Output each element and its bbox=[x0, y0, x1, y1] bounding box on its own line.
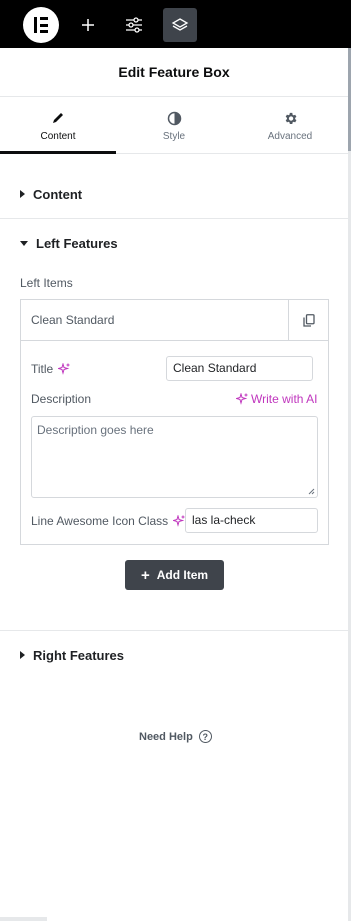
need-help-link[interactable]: Need Help ? bbox=[139, 730, 212, 743]
ai-sparkle-icon bbox=[236, 393, 248, 405]
tab-advanced-label: Advanced bbox=[267, 131, 313, 142]
description-label: Description bbox=[31, 392, 92, 406]
section-content-label: Content bbox=[33, 186, 83, 202]
repeater-item-header[interactable]: Clean Standard bbox=[21, 300, 328, 341]
icon-class-input[interactable]: las la-check bbox=[185, 508, 318, 533]
question-circle-icon: ? bbox=[198, 730, 212, 743]
description-textarea[interactable]: Description goes here bbox=[31, 416, 318, 498]
left-items-label: Left Items bbox=[20, 276, 73, 290]
section-right-features-label: Right Features bbox=[33, 647, 125, 663]
pencil-icon bbox=[51, 110, 65, 126]
section-right-features-toggle[interactable]: Right Features bbox=[0, 631, 348, 679]
half-circle-icon bbox=[167, 110, 182, 126]
ai-sparkle-icon[interactable] bbox=[173, 515, 185, 527]
repeater-item: Clean Standard Title Clean Standard Desc… bbox=[20, 299, 329, 545]
ai-sparkle-icon[interactable] bbox=[58, 363, 70, 375]
structure-button[interactable] bbox=[163, 8, 197, 42]
title-label-text: Title bbox=[31, 362, 54, 376]
description-placeholder: Description goes here bbox=[37, 423, 154, 437]
write-with-ai-button[interactable]: Write with AI bbox=[236, 392, 317, 406]
write-with-ai-label: Write with AI bbox=[251, 392, 318, 406]
need-help-label: Need Help bbox=[139, 730, 193, 743]
tab-content-label: Content bbox=[40, 131, 76, 142]
title-input[interactable]: Clean Standard bbox=[166, 356, 313, 381]
top-toolbar bbox=[0, 0, 351, 48]
tab-style[interactable]: Style bbox=[116, 97, 232, 153]
add-item-label: Add Item bbox=[156, 568, 209, 582]
site-settings-button[interactable] bbox=[117, 8, 151, 42]
layers-icon bbox=[171, 18, 189, 31]
panel-title: Edit Feature Box bbox=[0, 48, 348, 97]
tab-content[interactable]: Content bbox=[0, 97, 116, 154]
horizontal-scrollbar[interactable] bbox=[0, 917, 47, 921]
tab-style-label: Style bbox=[162, 131, 186, 142]
copy-icon bbox=[302, 313, 315, 327]
panel-tabs: Content Style Advanced bbox=[0, 97, 348, 154]
elementor-logo-icon[interactable] bbox=[23, 7, 59, 43]
icon-class-label-text: Line Awesome Icon Class bbox=[31, 514, 169, 528]
icon-class-field-label: Line Awesome Icon Class bbox=[31, 514, 185, 528]
caret-right-icon bbox=[20, 651, 25, 659]
sliders-icon bbox=[126, 17, 142, 33]
caret-down-icon bbox=[20, 240, 28, 246]
plus-icon: + bbox=[140, 566, 150, 584]
gear-icon bbox=[283, 110, 298, 126]
section-left-features-label: Left Features bbox=[36, 235, 118, 251]
title-field-label: Title bbox=[31, 362, 70, 376]
add-element-button[interactable] bbox=[71, 8, 105, 42]
duplicate-item-button[interactable] bbox=[288, 300, 328, 340]
resize-handle-icon[interactable] bbox=[308, 488, 315, 495]
add-item-button[interactable]: + Add Item bbox=[125, 560, 224, 590]
plus-icon bbox=[82, 19, 94, 31]
caret-right-icon bbox=[20, 190, 25, 198]
tab-advanced[interactable]: Advanced bbox=[232, 97, 348, 153]
section-left-features-toggle[interactable]: Left Features bbox=[0, 219, 348, 267]
section-content-toggle[interactable]: Content bbox=[0, 170, 348, 218]
repeater-item-title: Clean Standard bbox=[31, 313, 115, 327]
